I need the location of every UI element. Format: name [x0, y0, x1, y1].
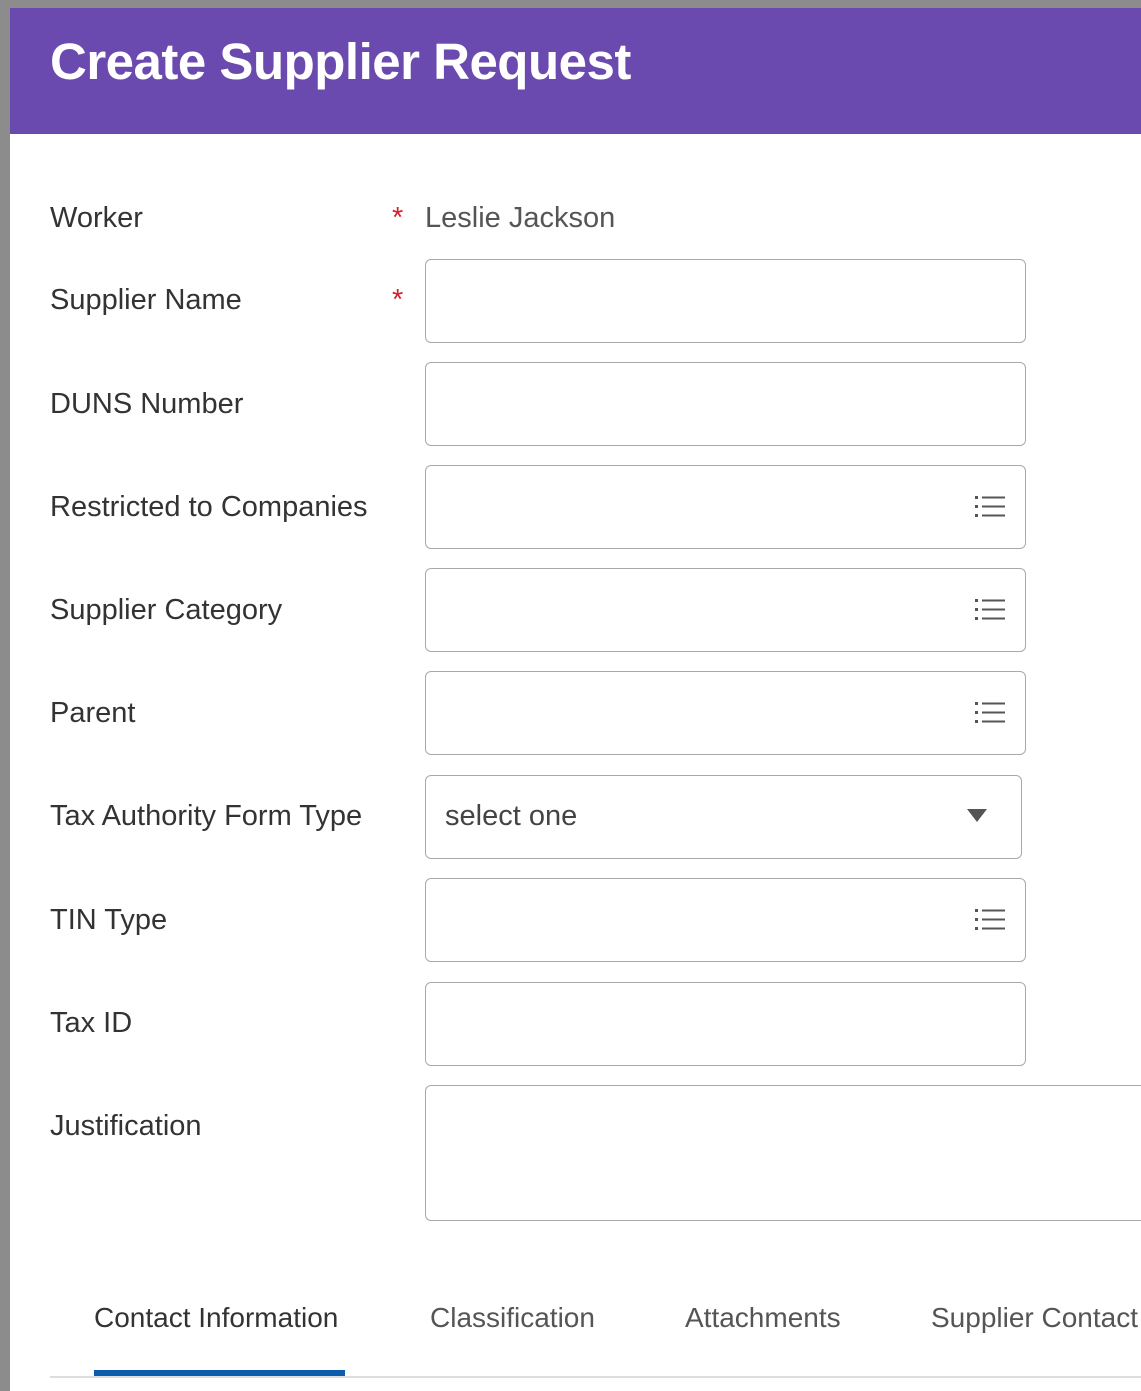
- tin-type-label: TIN Type: [50, 904, 168, 936]
- tax-authority-form-type-select[interactable]: select one: [425, 775, 1022, 859]
- parent-prompt[interactable]: [425, 671, 1026, 755]
- justification-label: Justification: [50, 1110, 202, 1142]
- list-icon[interactable]: [972, 489, 1008, 525]
- worker-label: Worker: [50, 202, 143, 234]
- supplier-category-prompt[interactable]: [425, 568, 1026, 652]
- restricted-to-companies-label: Restricted to Companies: [50, 491, 368, 523]
- tab-contact-information[interactable]: Contact Information: [94, 1302, 338, 1334]
- tin-type-prompt[interactable]: [425, 878, 1026, 962]
- page-title: Create Supplier Request: [50, 33, 631, 90]
- caret-down-icon: [967, 809, 987, 822]
- page-header: Create Supplier Request: [10, 8, 1141, 134]
- supplier-category-label: Supplier Category: [50, 594, 283, 626]
- tax-id-input[interactable]: [425, 982, 1026, 1066]
- tab-classification[interactable]: Classification: [430, 1302, 595, 1334]
- list-icon[interactable]: [972, 902, 1008, 938]
- supplier-name-input[interactable]: [425, 259, 1026, 343]
- parent-label: Parent: [50, 697, 136, 729]
- tabs-divider: [50, 1376, 1141, 1378]
- tab-supplier-contact[interactable]: Supplier Contact: [931, 1302, 1138, 1334]
- tax-authority-form-type-label: Tax Authority Form Type: [50, 800, 363, 832]
- required-marker: *: [392, 202, 404, 234]
- tax-id-label: Tax ID: [50, 1007, 133, 1039]
- list-icon[interactable]: [972, 592, 1008, 628]
- restricted-to-companies-prompt[interactable]: [425, 465, 1026, 549]
- required-marker: *: [392, 284, 404, 316]
- worker-value: Leslie Jackson: [425, 202, 616, 234]
- tab-attachments[interactable]: Attachments: [685, 1302, 841, 1334]
- justification-textarea[interactable]: [425, 1085, 1141, 1221]
- duns-number-label: DUNS Number: [50, 388, 244, 420]
- list-icon[interactable]: [972, 695, 1008, 731]
- supplier-name-label: Supplier Name: [50, 284, 242, 316]
- select-value: select one: [445, 800, 578, 832]
- duns-number-input[interactable]: [425, 362, 1026, 446]
- create-supplier-request-dialog: Create Supplier Request Worker * Leslie …: [10, 8, 1141, 1391]
